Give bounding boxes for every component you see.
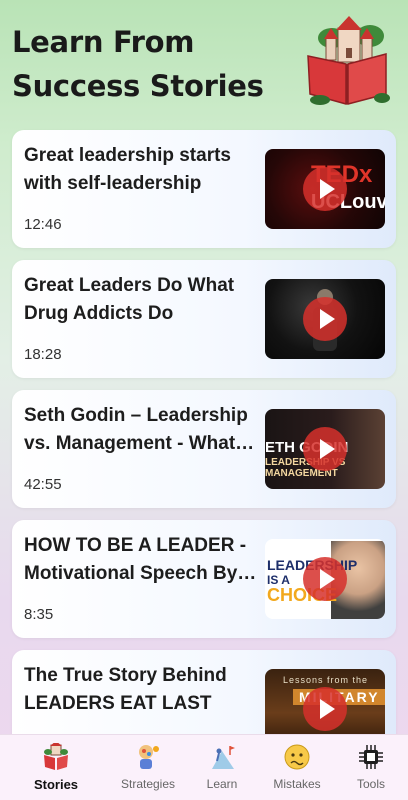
video-thumbnail[interactable]: LEADERSHIP IS A CHOICE <box>265 539 385 619</box>
video-thumbnail[interactable] <box>265 279 385 359</box>
video-title: Great leadership starts with self-leader… <box>24 145 231 194</box>
play-icon[interactable] <box>303 297 347 341</box>
tab-tools[interactable]: Tools <box>330 735 408 800</box>
video-duration: 8:35 <box>24 606 54 623</box>
header: Learn From Success Stories <box>0 0 408 118</box>
tools-icon <box>359 745 383 769</box>
climbing-icon <box>212 746 235 769</box>
video-duration: 12:46 <box>24 216 62 233</box>
video-thumbnail[interactable]: TEDx UCLouv <box>265 149 385 229</box>
video-thumbnail[interactable]: ETH GODIN LEADERSHIP VS MANAGEMENT <box>265 409 385 489</box>
play-icon[interactable] <box>303 167 347 211</box>
page-title: Learn From Success Stories <box>12 20 292 108</box>
play-icon[interactable] <box>303 427 347 471</box>
tab-label: Stories <box>33 777 79 792</box>
video-card[interactable]: Great leadership starts with self-leader… <box>12 130 396 248</box>
storybook-icon <box>44 743 68 770</box>
video-card[interactable]: HOW TO BE A LEADER - Motivational Speech… <box>12 520 396 638</box>
play-icon[interactable] <box>303 687 347 731</box>
worried-face-icon <box>284 744 310 770</box>
tab-label: Learn <box>206 777 238 791</box>
video-list: Great leadership starts with self-leader… <box>12 130 396 780</box>
video-title: HOW TO BE A LEADER - Motivational Speech… <box>24 535 257 584</box>
thumbnail-text: Lessons from the <box>283 675 369 685</box>
tab-learn[interactable]: Learn <box>181 735 263 800</box>
video-title: Great Leaders Do What Drug Addicts Do <box>24 275 235 324</box>
tab-strategies[interactable]: Strategies <box>107 735 189 800</box>
video-card[interactable]: Great Leaders Do What Drug Addicts Do 18… <box>12 260 396 378</box>
video-title: Seth Godin – Leadership vs. Management -… <box>24 405 255 454</box>
tab-label: Strategies <box>120 777 176 791</box>
storybook-castle-icon <box>307 16 390 105</box>
video-duration: 42:55 <box>24 476 62 493</box>
tab-stories[interactable]: Stories <box>15 735 97 800</box>
bottom-tab-bar: Stories Strategies Learn Mistakes Tools <box>0 734 408 800</box>
strategy-icon <box>139 745 159 769</box>
tab-label: Mistakes <box>273 777 321 791</box>
play-icon[interactable] <box>303 557 347 601</box>
page-title-line1: Learn From <box>12 25 195 59</box>
page-title-line2: Success Stories <box>12 69 264 103</box>
video-duration: 18:28 <box>24 346 62 363</box>
tab-label: Tools <box>356 777 385 791</box>
video-card[interactable]: Seth Godin – Leadership vs. Management -… <box>12 390 396 508</box>
video-title: The True Story Behind LEADERS EAT LAST <box>24 665 227 714</box>
tab-mistakes[interactable]: Mistakes <box>256 735 338 800</box>
